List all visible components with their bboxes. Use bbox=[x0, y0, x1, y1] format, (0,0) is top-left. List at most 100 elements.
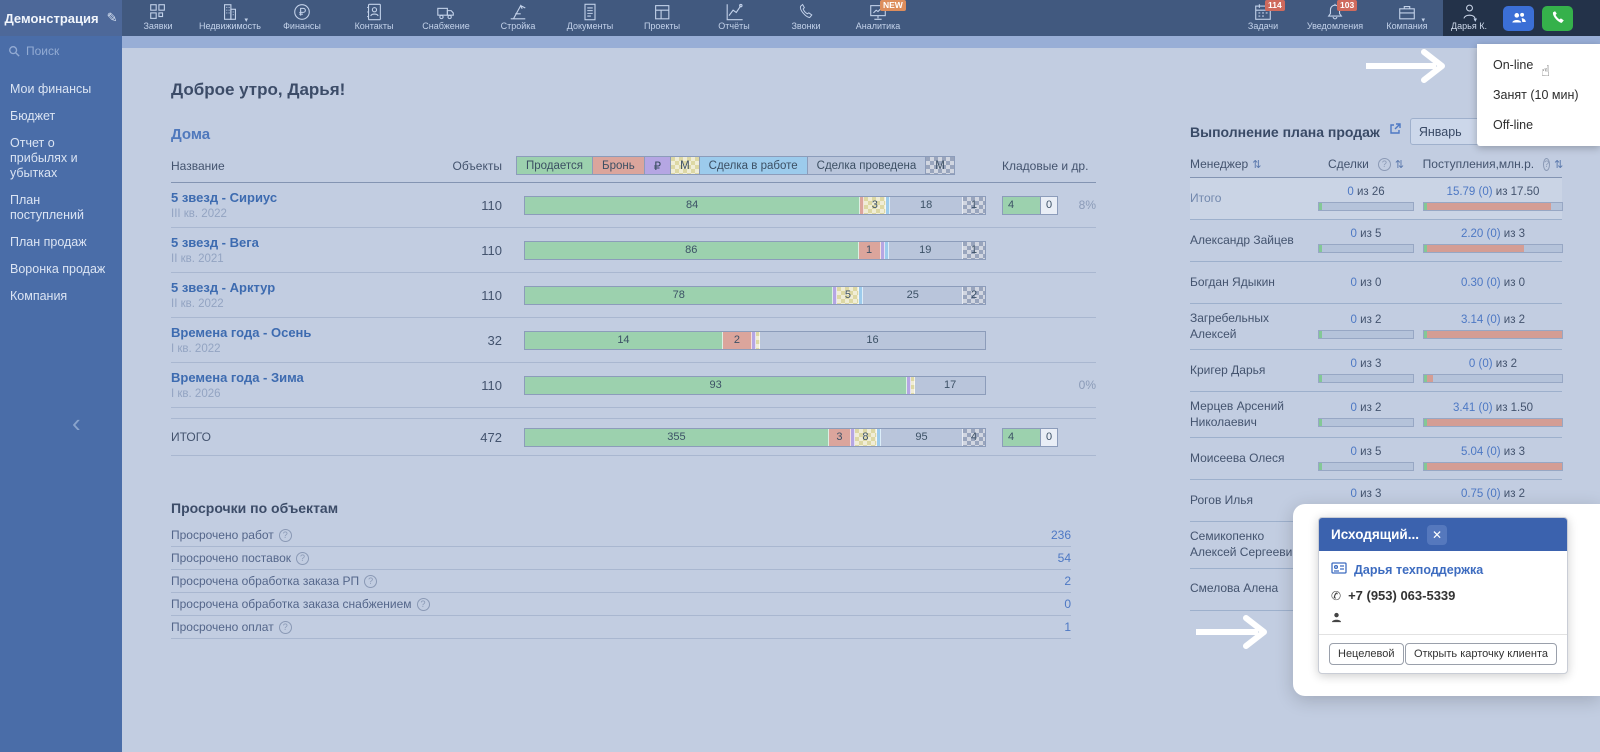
receipts-progress-bar bbox=[1423, 462, 1563, 471]
sidebar-item[interactable]: План продаж bbox=[0, 229, 122, 256]
receipts-value: 0 (0) из 2 bbox=[1469, 358, 1517, 370]
house-link[interactable]: Времена года - Зима bbox=[171, 370, 447, 386]
sales-plan-title: Выполнение плана продаж bbox=[1190, 124, 1380, 140]
help-icon[interactable]: ? bbox=[279, 621, 292, 634]
sort-icon[interactable]: ⇅ bbox=[1395, 158, 1404, 171]
receipts-value: 3.14 (0) из 2 bbox=[1461, 314, 1525, 326]
contacts-icon bbox=[364, 2, 384, 22]
non-target-button[interactable]: Нецелевой bbox=[1329, 643, 1404, 665]
overdue-value[interactable]: 2 bbox=[1064, 574, 1071, 588]
overdue-value[interactable]: 0 bbox=[1064, 597, 1071, 611]
sidebar-collapse-button[interactable]: ‹ bbox=[72, 408, 81, 439]
receipts-progress-bar bbox=[1423, 202, 1563, 211]
building-icon bbox=[220, 2, 240, 22]
topbar-item-отчёты[interactable]: Отчёты bbox=[698, 0, 770, 36]
pin-icon: ✎ bbox=[107, 10, 118, 26]
status-legend: ПродаетсяБронь₽МСделка в работеСделка пр… bbox=[516, 156, 1002, 175]
overdue-value[interactable]: 54 bbox=[1058, 551, 1071, 565]
topbar-item-снабжение[interactable]: Снабжение bbox=[410, 0, 482, 36]
online-users-button[interactable] bbox=[1503, 6, 1534, 31]
topbar-item-стройка[interactable]: Стройка bbox=[482, 0, 554, 36]
badge: 103 bbox=[1337, 0, 1357, 11]
receipts-cell: 0 (0) из 2 bbox=[1424, 358, 1562, 383]
sidebar: Поиск Мои финансыБюджетОтчет о прибылях … bbox=[0, 36, 122, 752]
outgoing-call-popup: Исходящий... ✕ Дарья техподдержка ✆ +7 (… bbox=[1318, 517, 1568, 674]
user-menu-darya[interactable]: Дарья К. ▾ bbox=[1443, 0, 1495, 36]
workspace-switcher[interactable]: Демонстрация ✎ bbox=[0, 0, 122, 36]
overdue-label: Просрочена обработка заказа РП bbox=[171, 574, 359, 588]
progress-green-sliver bbox=[1319, 419, 1322, 426]
search-input[interactable]: Поиск bbox=[0, 40, 122, 62]
help-icon[interactable]: ? bbox=[1378, 158, 1391, 171]
topbar-item-уведомления[interactable]: 103Уведомления bbox=[1299, 0, 1371, 36]
storerooms-box: 40 bbox=[1002, 196, 1058, 215]
topbar-item-документы[interactable]: Документы bbox=[554, 0, 626, 36]
sort-icon[interactable]: ⇅ bbox=[1554, 158, 1563, 171]
topbar-item-заявки[interactable]: Заявки bbox=[122, 0, 194, 36]
deals-cell: 0 из 3 bbox=[1308, 358, 1424, 383]
sort-icon[interactable]: ⇅ bbox=[1252, 158, 1261, 171]
topbar-item-финансы[interactable]: Финансы bbox=[266, 0, 338, 36]
house-link[interactable]: 5 звезд - Арктур bbox=[171, 280, 447, 296]
deals-value: 0 из 5 bbox=[1351, 228, 1382, 240]
topbar-item-проекты[interactable]: Проекты bbox=[626, 0, 698, 36]
top-navigation-bar: Демонстрация ✎ Заявки▾НедвижимостьФинанс… bbox=[0, 0, 1600, 36]
close-icon[interactable]: ✕ bbox=[1427, 525, 1447, 545]
external-link-icon[interactable] bbox=[1388, 122, 1402, 141]
deals-progress-bar bbox=[1318, 330, 1414, 339]
topbar-item-задачи[interactable]: 114Задачи bbox=[1227, 0, 1299, 36]
house-link[interactable]: 5 звезд - Сириус bbox=[171, 190, 447, 206]
open-client-card-button[interactable]: Открыть карточку клиента bbox=[1405, 643, 1557, 665]
topbar-item-недвижимость[interactable]: ▾Недвижимость bbox=[194, 0, 266, 36]
help-icon[interactable]: ? bbox=[279, 529, 292, 542]
status-option-off-line[interactable]: Off-line bbox=[1477, 110, 1600, 140]
phone-icon bbox=[796, 2, 816, 22]
storerooms-a: 4 bbox=[1003, 429, 1040, 446]
house-bar-cell: 861191 bbox=[502, 241, 1002, 260]
houses-section-title: Дома bbox=[171, 126, 1182, 143]
stacked-bar: 861191 bbox=[524, 241, 986, 260]
deals-progress-bar bbox=[1318, 418, 1414, 427]
help-icon[interactable]: ? bbox=[417, 598, 430, 611]
receipts-cell: 3.14 (0) из 2 bbox=[1424, 314, 1562, 339]
deals-value: 0 из 5 bbox=[1351, 446, 1382, 458]
topbar-item-контакты[interactable]: Контакты bbox=[338, 0, 410, 36]
houses-row: 5 звезд - АрктурII кв. 2022110785252 bbox=[171, 273, 1096, 318]
sidebar-item[interactable]: План поступлений bbox=[0, 187, 122, 229]
house-link[interactable]: Времена года - Осень bbox=[171, 325, 447, 341]
status-option-занят-10-мин-[interactable]: Занят (10 мин) bbox=[1477, 80, 1600, 110]
overdue-row: Просрочено оплат?1 bbox=[171, 616, 1071, 639]
status-option-on-line[interactable]: On-line☝ bbox=[1477, 50, 1600, 80]
topbar-item-label: Недвижимость bbox=[199, 21, 261, 31]
overdue-value[interactable]: 236 bbox=[1051, 528, 1071, 542]
sidebar-item[interactable]: Компания bbox=[0, 283, 122, 310]
sidebar-item[interactable]: Мои финансы bbox=[0, 76, 122, 103]
houses-row: 5 звезд - ВегаII кв. 2021110861191 bbox=[171, 228, 1096, 273]
progress-green-sliver bbox=[1319, 331, 1322, 338]
bar-segment: 14 bbox=[525, 332, 723, 349]
chevron-down-icon: ▾ bbox=[244, 16, 248, 24]
topbar-item-компания[interactable]: ▾Компания bbox=[1371, 0, 1443, 36]
phone-handset-icon bbox=[1550, 10, 1566, 26]
contact-link[interactable]: Дарья техподдержка bbox=[1354, 563, 1483, 577]
help-icon[interactable]: ? bbox=[1543, 158, 1550, 171]
help-icon[interactable]: ? bbox=[364, 575, 377, 588]
bar-segment: 3 bbox=[864, 197, 886, 214]
deals-progress-bar bbox=[1318, 244, 1414, 253]
receipts-value: 2.20 (0) из 3 bbox=[1461, 228, 1525, 240]
house-percent: 0% bbox=[1058, 378, 1096, 392]
manager-name: Итого bbox=[1190, 191, 1308, 207]
sales-plan-columns: Менеджер ⇅ Сделки ? ⇅ Поступления,млн.р.… bbox=[1190, 157, 1562, 178]
house-link[interactable]: 5 звезд - Вега bbox=[171, 235, 447, 251]
call-button[interactable] bbox=[1542, 6, 1573, 31]
sidebar-item[interactable]: Воронка продаж bbox=[0, 256, 122, 283]
house-quarter: II кв. 2021 bbox=[171, 253, 447, 265]
sidebar-item[interactable]: Бюджет bbox=[0, 103, 122, 130]
storerooms-cell: 40 bbox=[1002, 428, 1058, 447]
house-name-cell: 5 звезд - СириусIII кв. 2022 bbox=[171, 190, 447, 220]
topbar-item-аналитика[interactable]: NEWАналитика bbox=[842, 0, 914, 36]
help-icon[interactable]: ? bbox=[296, 552, 309, 565]
sidebar-item[interactable]: Отчет о прибылях и убытках bbox=[0, 130, 122, 187]
overdue-value[interactable]: 1 bbox=[1064, 620, 1071, 634]
topbar-item-звонки[interactable]: Звонки bbox=[770, 0, 842, 36]
